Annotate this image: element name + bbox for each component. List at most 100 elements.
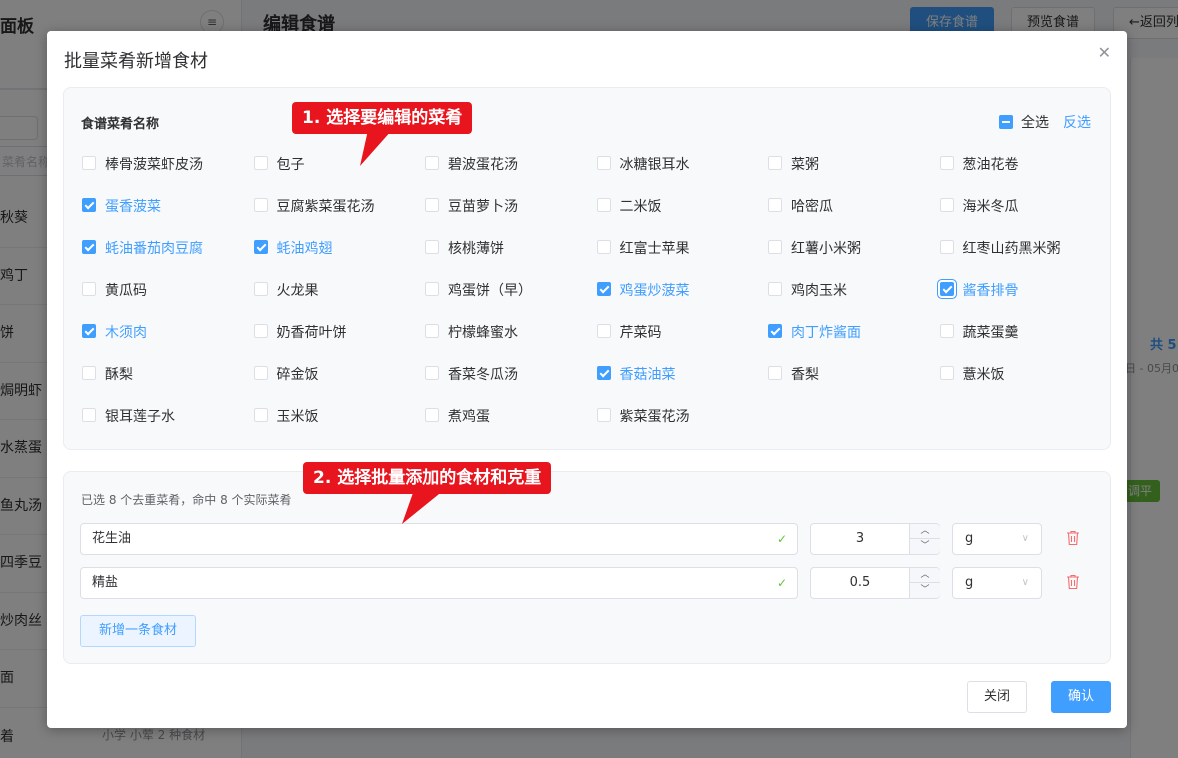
trash-icon[interactable] [1066, 574, 1080, 590]
close-icon[interactable]: ✕ [1098, 45, 1111, 61]
checkbox-icon [82, 282, 96, 296]
checkbox-icon [253, 408, 268, 422]
dish-checkbox[interactable]: 酱香排骨 [939, 280, 1112, 322]
dish-checkbox[interactable]: 蚝油番茄肉豆腐 [82, 238, 254, 280]
dishes-panel: 食谱菜肴名称 全选 反选 棒骨菠菜虾皮汤 包子 碧波蛋花汤 冰糖银耳水 菜粥 葱油花卷 蛋香… [63, 87, 1111, 450]
dish-name: 葱油花卷 [962, 157, 1019, 173]
checked-checkbox-icon [596, 366, 611, 380]
checked-checkbox-icon [82, 198, 96, 212]
dish-checkbox[interactable]: 煮鸡蛋 [425, 406, 597, 448]
checkbox-icon [253, 156, 268, 170]
dish-name: 紫菜蛋花汤 [619, 409, 690, 425]
annotation-step1-pointer [360, 130, 392, 166]
trash-icon[interactable] [1066, 530, 1080, 546]
dish-checkbox[interactable]: 肉丁炸酱面 [768, 322, 940, 364]
close-button[interactable]: 关闭 [967, 681, 1027, 713]
increment-icon[interactable]: ︿ [909, 524, 940, 539]
checkbox-icon [768, 282, 782, 296]
dialog-title: 批量菜肴新增食材 [64, 51, 208, 72]
checkbox-icon [425, 198, 439, 212]
decrement-icon[interactable]: ﹀ [909, 539, 940, 554]
dish-checkbox[interactable]: 棒骨菠菜虾皮汤 [82, 154, 254, 196]
dish-checkbox[interactable]: 碎金饭 [253, 364, 426, 406]
dish-checkbox[interactable]: 蔬菜蛋羹 [939, 322, 1112, 364]
check-icon: ✓ [776, 532, 787, 546]
dish-checkbox[interactable]: 哈密瓜 [768, 196, 940, 238]
unit-select[interactable]: g ∨ [952, 523, 1042, 555]
selection-summary: 已选 8 个去重菜肴，命中 8 个实际菜肴 [81, 493, 292, 507]
checkbox-icon [253, 366, 268, 380]
ingredients-panel: 已选 8 个去重菜肴，命中 8 个实际菜肴 花生油 ✓ 3 ︿ ﹀ g ∨ 精盐 ✓ 0.5 ︿ ﹀ g… [63, 471, 1111, 664]
checkbox-icon [425, 366, 439, 380]
unit-select[interactable]: g ∨ [952, 567, 1042, 599]
dish-checkbox[interactable]: 鸡蛋饼（早） [425, 280, 597, 322]
add-ingredient-button[interactable]: 新增一条食材 [80, 615, 196, 647]
dish-checkbox[interactable]: 鸡肉玉米 [768, 280, 940, 322]
dish-name: 薏米饭 [962, 367, 1005, 383]
dish-checkbox[interactable]: 豆苗萝卜汤 [425, 196, 597, 238]
quantity-value[interactable]: 3 [811, 524, 909, 554]
dish-checkbox[interactable]: 二米饭 [596, 196, 769, 238]
quantity-stepper[interactable]: 3 ︿ ﹀ [810, 523, 940, 555]
dish-checkbox[interactable]: 葱油花卷 [939, 154, 1112, 196]
dish-checkbox[interactable]: 红薯小米粥 [768, 238, 940, 280]
dish-checkbox[interactable]: 包子 [253, 154, 426, 196]
dish-checkbox[interactable]: 火龙果 [253, 280, 426, 322]
quantity-value[interactable]: 0.5 [811, 568, 909, 598]
dish-name: 煮鸡蛋 [448, 409, 490, 425]
dish-checkbox[interactable]: 核桃薄饼 [425, 238, 597, 280]
dish-checkbox[interactable]: 黄瓜码 [82, 280, 254, 322]
dish-checkbox[interactable]: 豆腐紫菜蛋花汤 [253, 196, 426, 238]
dish-checkbox[interactable]: 紫菜蛋花汤 [596, 406, 769, 448]
select-all-checkbox[interactable]: 全选 [999, 112, 1049, 132]
annotation-step2-pointer [402, 490, 444, 524]
dish-checkbox[interactable]: 薏米饭 [939, 364, 1112, 406]
checkbox-icon [425, 240, 439, 254]
dish-checkbox-grid: 棒骨菠菜虾皮汤 包子 碧波蛋花汤 冰糖银耳水 菜粥 葱油花卷蛋香菠菜 豆腐紫菜蛋花汤 豆苗萝卜… [82, 154, 1102, 448]
dish-checkbox[interactable]: 蚝油鸡翅 [253, 238, 426, 280]
dish-checkbox[interactable]: 碧波蛋花汤 [425, 154, 597, 196]
confirm-button[interactable]: 确认 [1051, 681, 1111, 713]
dish-checkbox[interactable]: 海米冬瓜 [939, 196, 1112, 238]
ingredient-name-input[interactable]: 精盐 ✓ [80, 567, 798, 599]
dish-name: 柠檬蜂蜜水 [448, 325, 518, 341]
dish-checkbox[interactable]: 菜粥 [768, 154, 940, 196]
checkbox-icon [596, 156, 611, 170]
dish-checkbox[interactable]: 木须肉 [82, 322, 254, 364]
dish-checkbox[interactable]: 香菜冬瓜汤 [425, 364, 597, 406]
invert-selection-link[interactable]: 反选 [1063, 112, 1091, 132]
dish-name: 包子 [276, 157, 305, 173]
decrement-icon[interactable]: ﹀ [909, 583, 940, 598]
checked-checkbox-icon [253, 240, 268, 254]
checkbox-icon [425, 408, 439, 422]
checkbox-icon [939, 240, 954, 254]
dish-checkbox[interactable]: 红枣山药黑米粥 [939, 238, 1112, 280]
dish-name: 冰糖银耳水 [619, 157, 690, 173]
checkbox-icon [596, 324, 611, 338]
increment-icon[interactable]: ︿ [909, 568, 940, 583]
dish-name: 玉米饭 [276, 409, 319, 425]
ingredient-row: 花生油 ✓ 3 ︿ ﹀ g ∨ [80, 523, 1100, 555]
dish-checkbox[interactable]: 银耳莲子水 [82, 406, 254, 448]
dish-name: 火龙果 [276, 283, 319, 299]
dish-checkbox[interactable]: 芹菜码 [596, 322, 769, 364]
dish-checkbox[interactable]: 奶香荷叶饼 [253, 322, 426, 364]
dish-checkbox[interactable]: 蛋香菠菜 [82, 196, 254, 238]
dish-checkbox[interactable]: 酥梨 [82, 364, 254, 406]
dish-checkbox[interactable]: 柠檬蜂蜜水 [425, 322, 597, 364]
checkbox-icon [768, 156, 782, 170]
dish-name: 鸡蛋炒菠菜 [619, 283, 690, 299]
dish-checkbox[interactable]: 香梨 [768, 364, 940, 406]
dish-checkbox[interactable]: 红富士苹果 [596, 238, 769, 280]
checkbox-icon [768, 366, 782, 380]
dish-name: 豆腐紫菜蛋花汤 [276, 199, 375, 215]
dish-name: 棒骨菠菜虾皮汤 [105, 157, 203, 173]
select-all-label: 全选 [1021, 115, 1049, 131]
dish-checkbox[interactable]: 玉米饭 [253, 406, 426, 448]
checkbox-icon [82, 366, 96, 380]
dish-checkbox[interactable]: 冰糖银耳水 [596, 154, 769, 196]
dish-checkbox[interactable]: 鸡蛋炒菠菜 [596, 280, 769, 322]
check-icon: ✓ [776, 576, 787, 590]
quantity-stepper[interactable]: 0.5 ︿ ﹀ [810, 567, 940, 599]
dish-checkbox[interactable]: 香菇油菜 [596, 364, 769, 406]
